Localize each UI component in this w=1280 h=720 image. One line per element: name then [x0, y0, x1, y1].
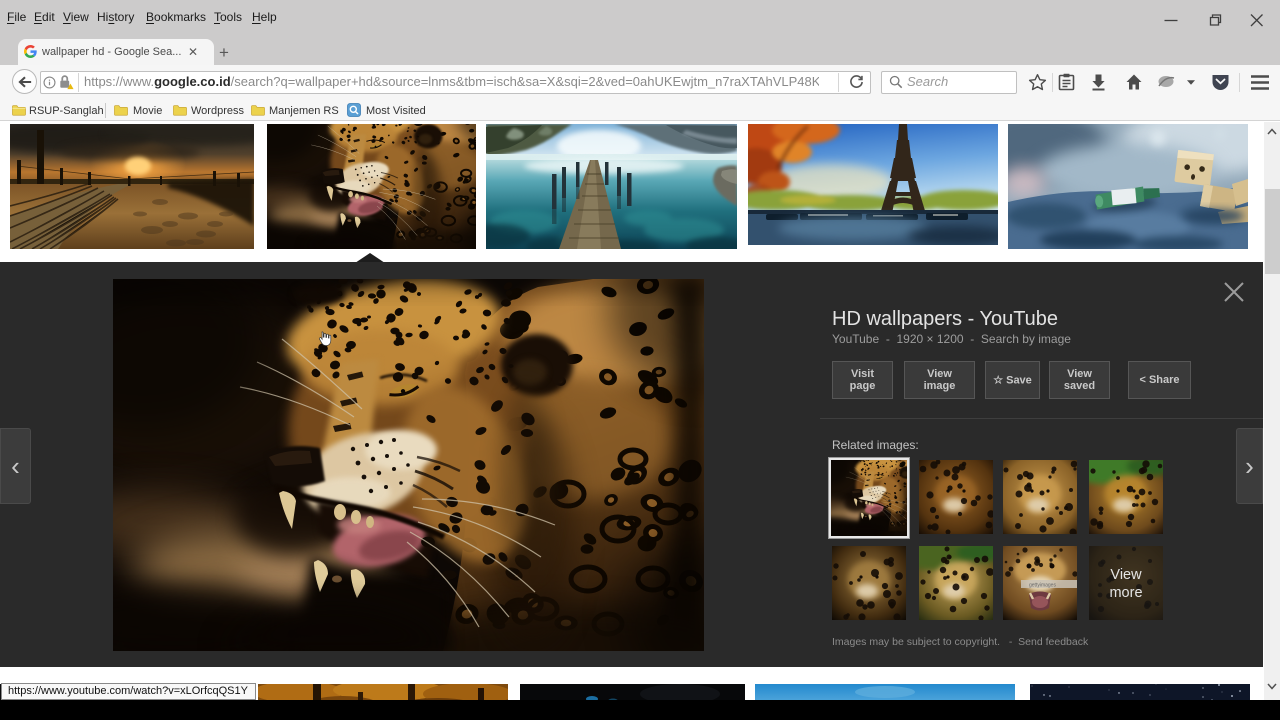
svg-text:View: View	[1110, 567, 1142, 583]
svg-text:gettyimages: gettyimages	[1029, 583, 1056, 589]
svg-text:more: more	[1109, 585, 1142, 601]
